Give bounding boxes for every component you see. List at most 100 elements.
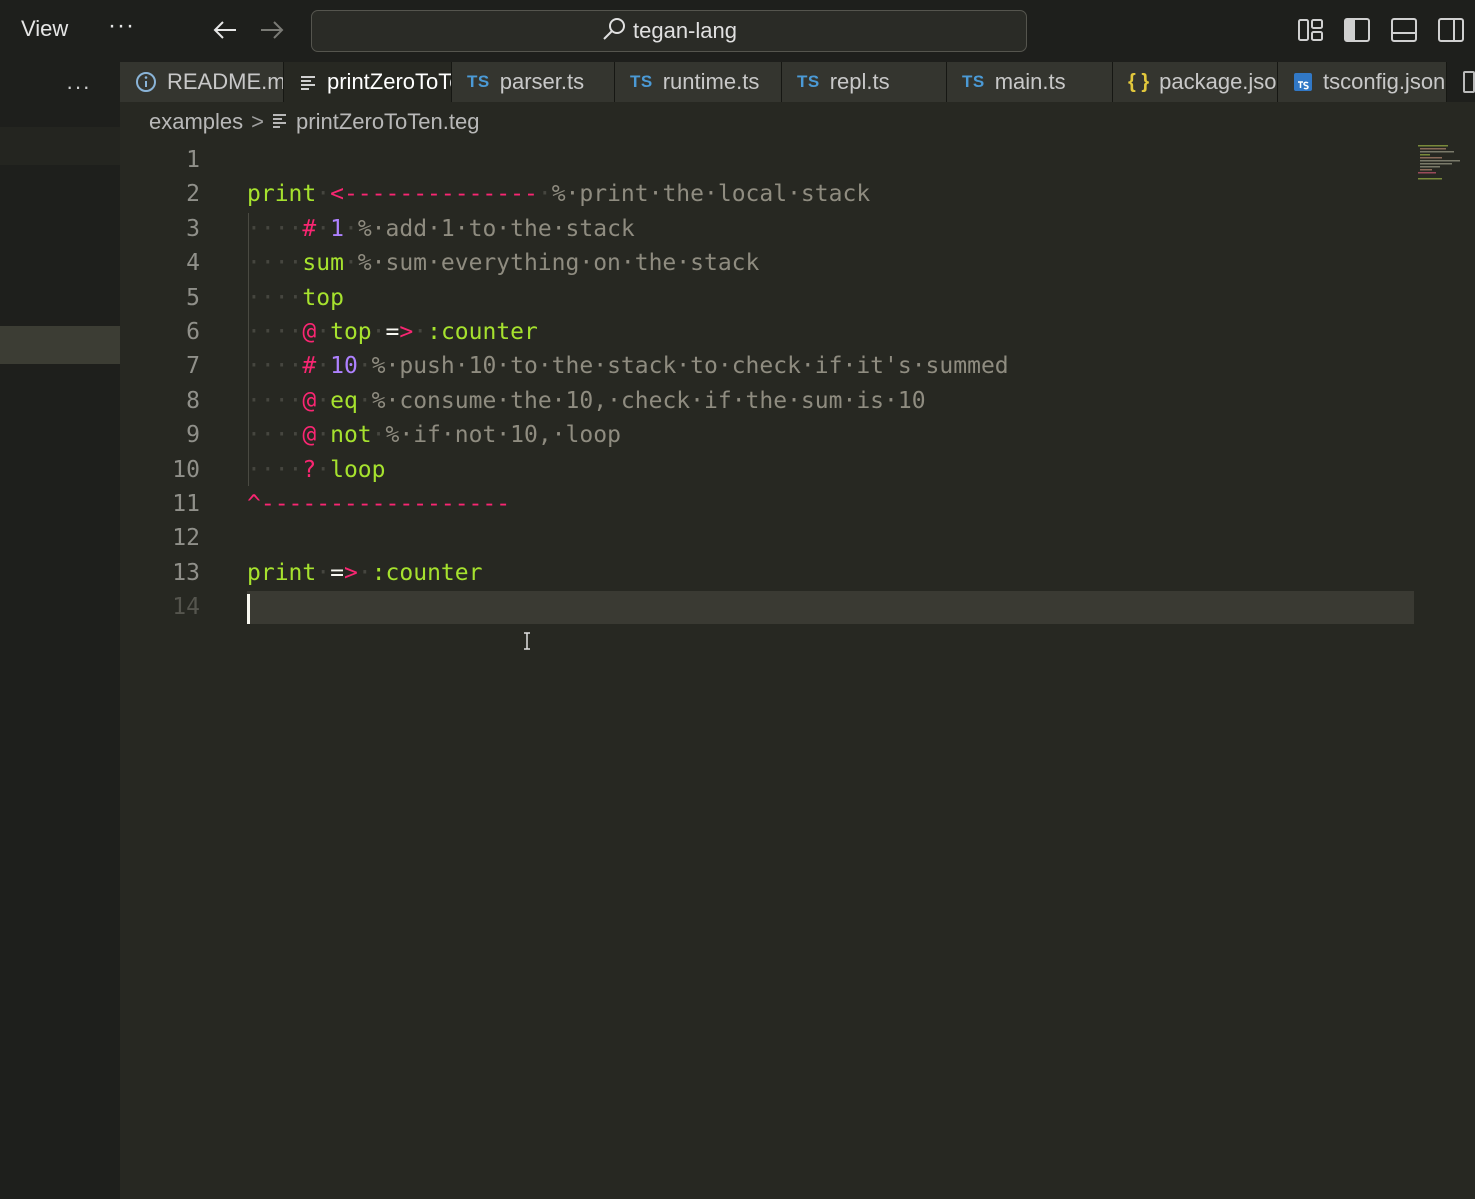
line-number: 1 <box>186 147 200 173</box>
line-number: 7 <box>186 353 200 380</box>
tab-package-json[interactable]: { } package.json <box>1113 62 1278 102</box>
breadcrumb-file[interactable]: printZeroToTen.teg <box>296 109 479 135</box>
code-line[interactable]: ····@·not·%·if·not·10,·loop <box>247 418 621 452</box>
code-token: %·if·not·10,·loop <box>385 422 621 449</box>
indent-guide <box>248 213 249 486</box>
code-line[interactable]: ^------------------ <box>247 487 510 521</box>
tab-parser[interactable]: TS parser.ts <box>452 62 615 102</box>
json-icon: { } <box>1128 70 1150 93</box>
code-token: · <box>316 387 331 414</box>
lines-icon <box>272 109 288 135</box>
breadcrumb-folder[interactable]: examples <box>149 109 243 135</box>
menu-more-button[interactable]: ··· <box>108 12 135 40</box>
forward-arrow-icon[interactable] <box>257 14 287 46</box>
line-number: 9 <box>186 422 200 449</box>
code-line[interactable]: print·<--------------·%·print·the·local·… <box>247 177 870 211</box>
tab-readme[interactable]: README.md <box>120 62 284 102</box>
code-token: 10 <box>330 353 358 380</box>
ts-icon: TS <box>630 72 653 91</box>
tab-repl[interactable]: TS repl.ts <box>782 62 947 102</box>
toggle-primary-sidebar-icon[interactable] <box>1343 16 1371 44</box>
code-token: :counter <box>371 559 483 586</box>
code-token: · <box>371 422 386 449</box>
line-number: 10 <box>172 456 200 483</box>
code-token: · <box>316 422 331 449</box>
line-number: 14 <box>172 594 200 621</box>
tab-overflow-icon[interactable] <box>1461 68 1475 96</box>
code-line[interactable]: ····sum·%·sum·everything·on·the·stack <box>247 246 759 280</box>
code-line[interactable]: ····#·1·%·add·1·to·the·stack <box>247 212 635 246</box>
sidebar-row[interactable] <box>0 127 120 165</box>
tab-label: tsconfig.json <box>1323 69 1446 94</box>
code-token: · <box>343 250 358 277</box>
code-token: · <box>357 353 372 380</box>
tsconfig-icon <box>1293 72 1313 92</box>
code-token: ···· <box>247 319 303 345</box>
lines-icon <box>299 73 317 91</box>
code-token: %·print·the·local·stack <box>551 181 871 208</box>
code-token: @ <box>302 422 317 449</box>
tab-printzerototen[interactable]: printZeroToTen.teg <box>284 62 452 102</box>
code-token: · <box>371 319 386 345</box>
code-token: · <box>316 319 331 345</box>
code-editor[interactable]: 1 2 3 4 5 6 7 8 9 10 11 12 13 14 print·<-------------… <box>120 140 1475 1199</box>
code-line[interactable]: ····top <box>247 281 344 315</box>
tab-label: printZeroToTen.teg <box>327 69 451 94</box>
code-line[interactable]: ····@·eq·%·consume·the·10,·check·if·the·… <box>247 384 926 418</box>
line-number: 6 <box>186 319 200 345</box>
back-arrow-icon[interactable] <box>210 14 240 46</box>
code-token: print <box>247 181 317 208</box>
breadcrumb-separator: > <box>251 109 265 134</box>
toggle-panel-icon[interactable] <box>1390 16 1418 44</box>
command-center-search[interactable]: tegan-lang <box>311 10 1027 52</box>
tab-label: README.md <box>167 69 284 94</box>
tab-label: runtime.ts <box>662 69 760 94</box>
code-token: · <box>316 215 331 242</box>
line-number: 2 <box>186 181 200 208</box>
title-bar: View ··· tegan-lang <box>0 0 1475 62</box>
code-line[interactable]: print·=>·:counter <box>247 556 482 590</box>
customize-layout-icon[interactable] <box>1297 16 1325 44</box>
code-line[interactable]: ····@·top·=>·:counter <box>247 315 538 349</box>
sidebar-more-button[interactable]: ··· <box>66 74 91 100</box>
code-token: # <box>302 353 317 380</box>
code-token: 1 <box>330 215 344 242</box>
code-token: %·consume·the·10,·check·if·the·sum·is·10 <box>371 387 926 414</box>
code-token: ···· <box>247 422 303 449</box>
code-token: · <box>343 215 358 242</box>
line-number: 11 <box>172 491 200 517</box>
code-token: > <box>343 559 358 586</box>
menu-view[interactable]: View <box>21 16 68 42</box>
code-token: · <box>316 559 331 586</box>
sidebar-row-selected[interactable] <box>0 326 120 364</box>
code-token: ···· <box>247 284 303 311</box>
ibeam-cursor-icon <box>522 632 532 650</box>
code-token: top <box>330 319 372 345</box>
minimap[interactable] <box>1416 143 1475 183</box>
code-token: %·sum·everything·on·the·stack <box>357 250 760 277</box>
toggle-secondary-sidebar-icon[interactable] <box>1437 16 1465 44</box>
code-token: ···· <box>247 215 303 242</box>
tab-main[interactable]: TS main.ts <box>947 62 1113 102</box>
code-line[interactable]: ····?·loop <box>247 453 386 487</box>
code-token: ···· <box>247 250 303 277</box>
search-icon <box>601 16 627 47</box>
code-token: · <box>316 353 331 380</box>
code-token: ···· <box>247 456 303 483</box>
code-token: print <box>247 559 317 586</box>
tab-label: main.ts <box>994 69 1066 94</box>
code-token: · <box>316 181 331 208</box>
code-token: @ <box>302 387 317 414</box>
code-token: = <box>385 319 400 345</box>
tab-runtime[interactable]: TS runtime.ts <box>615 62 782 102</box>
line-number: 13 <box>172 559 200 586</box>
tab-tsconfig[interactable]: tsconfig.json <box>1278 62 1447 102</box>
code-token: sum <box>302 250 344 277</box>
code-token: · <box>413 319 428 345</box>
code-token: %·push·10·to·the·stack·to·check·if·it's·… <box>371 353 1009 380</box>
sidebar <box>0 62 120 1199</box>
code-token: @ <box>302 319 317 345</box>
search-label: tegan-lang <box>633 18 737 43</box>
code-token: · <box>537 181 552 208</box>
code-line[interactable]: ····#·10·%·push·10·to·the·stack·to·check… <box>247 349 1009 383</box>
